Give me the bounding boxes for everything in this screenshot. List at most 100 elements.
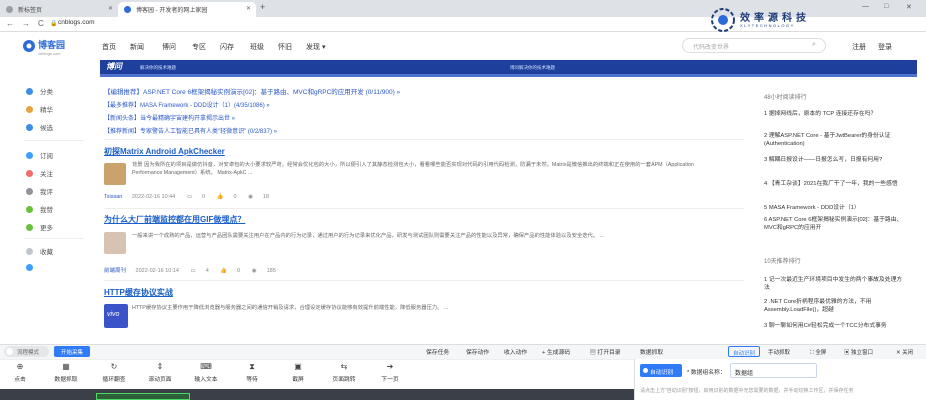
feed-divider [104,139,744,140]
tool-input-text[interactable]: ⌨ 输入文本 [182,362,230,383]
nav-flash[interactable]: 闪存 [220,42,234,52]
headline-recommended-news[interactable]: 【推荐新闻】专家警告人工智能已具有人类"轻微意识" (0/2/837) » [104,126,277,135]
tool-wait[interactable]: ⧗ 等待 [228,362,276,383]
data-group-input[interactable]: 数据组 [730,363,817,378]
nav-news[interactable]: 新闻 [130,42,144,52]
tab-manual-grab[interactable]: 手动抓取 [764,346,794,357]
detach-window-button[interactable]: ▣ 独立窗口 [840,346,877,357]
tab-new-tab[interactable]: 新标签页 ✕ [0,2,118,17]
tab-label: 博客园 - 开发者的网上家园 [136,8,208,14]
tool-scroll[interactable]: ⇕ 滚动页面 [136,362,184,383]
headline-news[interactable]: 【新闻头条】当今最精确宇宙建构开拿揭示出世 » [104,113,235,122]
ranking-item[interactable]: 5 MASA Framework - DDD设计（1） [764,204,904,212]
auto-detect-button[interactable]: 自动识别 [640,364,682,377]
tool-data-grab[interactable]: ▦ 数据抓取 [42,362,90,383]
tool-screenshot[interactable]: ▣ 截屏 [274,362,322,383]
tool-loop[interactable]: ↻ 循环翻查 [90,362,138,383]
arrow-right-icon: ➔ [386,362,394,371]
ranking-item[interactable]: 3 聊一聊如何用C#轻松完成一个TCC分布式事务 [764,322,904,330]
save-action-button[interactable]: 保存动作 [466,347,489,356]
save-task-button[interactable]: 保存任务 [426,347,449,356]
tab-cnblogs[interactable]: 博客园 - 开发者的网上家园 ✕ [118,2,256,17]
author-avatar[interactable] [104,163,126,185]
nav-nostalgia[interactable]: 怀旧 [278,42,292,52]
maximize-button[interactable]: □ [884,3,888,10]
post-author[interactable]: 前端周刊 [104,268,126,274]
bookmark-icon [26,248,33,255]
ranking-48h-title: 48小时阅读排行 [764,95,807,101]
ranking-item[interactable]: 1 记一次最近生产环境项目中发生的两个事故及处理方法 [764,276,904,292]
star-icon [26,106,33,113]
post-title[interactable]: 初探Matrix Android ApkChecker [104,146,225,157]
flow-selection[interactable] [96,393,190,400]
minimize-button[interactable]: — [862,3,869,10]
sidebar-item-label: 分类 [40,89,53,96]
vivo-logo-thumbnail[interactable]: vivo [104,304,128,328]
post-author[interactable]: Tsissan [104,194,122,200]
search-input[interactable]: 代码改变世界 [682,38,826,53]
sidebar-item-follow[interactable]: 关注 [26,168,53,178]
site-logo[interactable]: 博客园 cnblogs.com [23,38,65,56]
close-tab-icon[interactable]: ✕ [246,5,251,12]
nav-qa[interactable]: 博问 [162,42,176,52]
sidebar-item-candidate[interactable]: 候选 [26,122,53,132]
close-window-button[interactable]: ✕ [906,3,912,11]
nav-discover[interactable]: 发现 ▾ [306,42,325,52]
login-link[interactable]: 登录 [878,42,892,52]
banner-ad[interactable]: 博问 解决你的技术难题 博问解决你的技术难题 [100,60,917,77]
tab-auto-detect[interactable]: 自动识别 [728,346,761,357]
flow-mode-toggle[interactable]: 流程模式 [4,346,49,357]
register-link[interactable]: 注册 [852,42,866,52]
tool-label: 下一页 [381,377,399,383]
ranking-item[interactable]: 2 理解ASP.NET Core - 基于JwtBearer的身份认证(Auth… [764,132,904,148]
url-field[interactable]: cnblogs.com [58,19,95,26]
ranking-item[interactable]: 1 据掉网线后，原本的 TCP 连接还存在吗？ [764,110,904,118]
search-icon[interactable]: ⌕ [812,41,816,49]
forward-button[interactable]: → [22,19,30,28]
reload-button[interactable]: C [38,19,44,28]
brand-domain: cnblogs.com [38,51,61,56]
post-excerpt: 背景 因为我所在的项目是做仿抖音，对安卓包的大小要求较严苛。经常会优化包的大小，… [132,162,694,176]
ranking-item[interactable]: 4 【青工杂谈】2021在我厂干了一年，我的一些感悟 [764,180,904,188]
sidebar-item-favorites[interactable]: 收藏 [26,246,53,256]
tool-click[interactable]: ⊕ 点击 [0,362,44,383]
new-tab-button[interactable]: + [260,2,265,12]
fullscreen-button[interactable]: ⛶ 全屏 [806,346,830,357]
back-button[interactable]: ← [6,19,14,28]
close-tab-icon[interactable]: ✕ [108,5,113,12]
tool-page-jump[interactable]: ⇆ 页面跳转 [320,362,368,383]
post-title[interactable]: HTTP缓存协议实战 [104,287,173,298]
nav-zone[interactable]: 专区 [192,42,206,52]
flow-canvas-strip[interactable] [0,389,634,400]
sidebar-item-more[interactable]: 更多 [26,222,53,232]
sidebar-item-subscribe[interactable]: 订阅 [26,150,53,160]
ranking-item[interactable]: 3 解耦日报设计——日报怎么写，日报有何用? [764,156,904,164]
import-action-button[interactable]: 收入动作 [504,347,527,356]
close-panel-button[interactable]: ✕ 关闭 [892,346,917,357]
ranking-item[interactable]: 6 ASP.NET Core 6框架揭秘实例演示[02]：基于路由、MVC和gR… [764,216,904,232]
open-folder-button[interactable]: ▤ 打开目录 [590,347,621,356]
nav-home[interactable]: 首页 [102,42,116,52]
sidebar-item-category[interactable]: 分类 [26,86,53,96]
sidebar-item-label: 我评 [40,189,53,196]
post-title[interactable]: 为什么大厂前端监控都在用GIF做埋点？ [104,214,245,225]
start-collect-button[interactable]: 开始采集 [54,346,90,357]
headline-editor-pick[interactable]: 【编辑推荐】ASP.NET Core 6框架揭秘实例演示[02]：基于路由、MV… [104,86,400,96]
author-avatar[interactable] [104,232,126,254]
sidebar-item-label: 精华 [40,107,53,114]
sidebar-item-my-likes[interactable]: 我赞 [26,204,53,214]
comment-count[interactable]: 0 [202,194,205,200]
nav-class[interactable]: 班级 [250,42,264,52]
like-count[interactable]: 0 [237,268,240,274]
sidebar-item-featured[interactable]: 精华 [26,104,53,114]
headline-most-recommended[interactable]: 【最多推荐】MASA Framework - DDD设计（1）(4/35/108… [104,100,270,109]
sidebar-item-idea[interactable] [26,264,40,272]
generate-source-button[interactable]: + 生成源码 [542,347,570,356]
post-meta: Tsissan 2022-02-16 10:44 ▭ 0 👍 0 ◉ 18 [104,194,279,200]
ranking-item[interactable]: 2 .NET Core折柄程序最优雅的方法，不用Assembly.LoadFil… [764,298,904,314]
like-count[interactable]: 0 [234,194,237,200]
sidebar-item-my-comments[interactable]: 我评 [26,186,53,196]
tool-next-page[interactable]: ➔ 下一页 [366,362,414,383]
comment-count[interactable]: 4 [206,268,209,274]
sidebar-item-label: 关注 [40,171,53,178]
